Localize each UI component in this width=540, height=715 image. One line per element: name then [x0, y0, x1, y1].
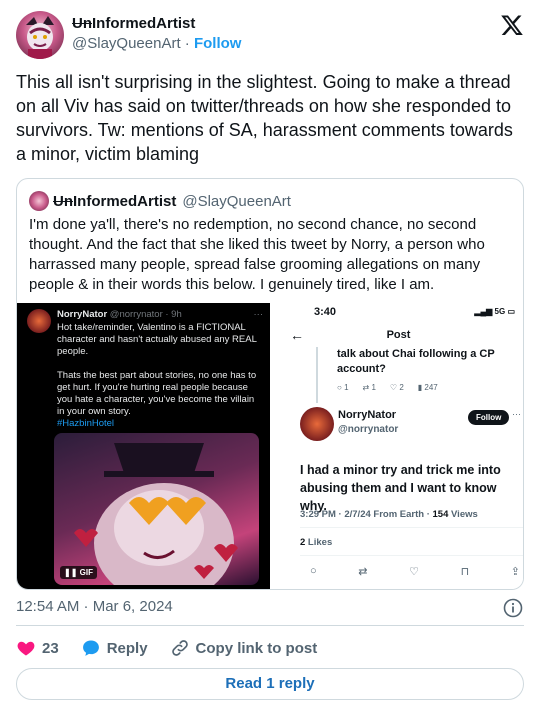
quote-header: UnInformedArtist @SlayQueenArt [29, 191, 291, 211]
norry-post-actions: ○ ⇄ ♡ ⊓ ⇪ [310, 565, 520, 578]
norry-post-text: I had a minor try and trick me into abus… [300, 463, 501, 513]
copy-link-label: Copy link to post [195, 639, 318, 657]
media-image-right[interactable]: 3:40 ▂▄▆ 5G ▭ ← Post talk about Chai fol… [272, 303, 523, 589]
embedded-body: Hot take/reminder, Valentino is a FICTIO… [57, 322, 263, 430]
signal-5g: ▂▄▆ 5G ▭ [474, 307, 515, 316]
phone-time: 3:40 [314, 306, 337, 318]
like-count: 23 [42, 639, 59, 657]
embedded-avatar [27, 309, 51, 333]
post-title: Post [386, 329, 411, 341]
quoted-tweet[interactable]: UnInformedArtist @SlayQueenArt I'm done … [16, 178, 524, 590]
repost-icon: ⇄ [358, 566, 368, 578]
author-handle-row: @SlayQueenArt · Follow [72, 34, 241, 54]
follow-link[interactable]: Follow [194, 35, 242, 52]
repost-count-icon: ⇄ 1 [362, 383, 376, 392]
like-count-icon: ♡ 2 [389, 383, 404, 392]
thread-line [316, 347, 318, 403]
embedded-body-line2: Thats the best part about stories, no on… [57, 370, 257, 417]
tweet-text: This all isn't surprising in the slighte… [16, 72, 513, 164]
embedded-hashtag: #HazbinHotel [57, 418, 115, 429]
norry-follow-button: Follow [468, 410, 510, 425]
previous-post-text: talk about Chai following a CP account? [337, 348, 495, 375]
more-dots-icon: ··· [253, 309, 264, 320]
gif-badge[interactable]: ❚❚ GIF [60, 566, 97, 579]
heart-icon: ♡ [409, 566, 419, 578]
link-icon [171, 640, 188, 656]
read-reply-button[interactable]: Read 1 reply [16, 668, 524, 700]
reply-icon: ○ [310, 565, 317, 577]
norry-likes: 2 Likes [300, 537, 333, 548]
media-image-left[interactable]: NorryNator @norrynator · 9h ··· Hot take… [17, 303, 270, 589]
norry-handle: @norrynator [338, 424, 399, 435]
reply-label: Reply [106, 639, 148, 657]
quote-text: I'm done ya'll, there's no redemption, n… [29, 216, 485, 293]
tweet-actions: 23 Reply Copy link to post [16, 637, 339, 659]
author-handle[interactable]: @SlayQueenArt [72, 35, 181, 52]
embedded-handle: @norrynator · 9h [109, 309, 182, 320]
norry-name: NorryNator [338, 409, 397, 421]
divider [16, 625, 524, 626]
quote-media[interactable]: NorryNator @norrynator · 9h ··· Hot take… [17, 303, 523, 589]
separator: · [184, 35, 190, 52]
reply-bubble-icon [82, 640, 99, 656]
embedded-name: NorryNator [57, 309, 108, 320]
views-count-icon: ▮ 247 [417, 383, 438, 392]
post-nav-bar: ← Post [272, 323, 523, 347]
author-display-name[interactable]: UnInformedArtist [72, 14, 241, 34]
divider [300, 527, 523, 528]
norry-avatar [300, 407, 334, 441]
reply-button[interactable]: Reply [81, 638, 148, 658]
author-names: UnInformedArtist @SlayQueenArt · Follow [72, 14, 241, 54]
x-logo-icon[interactable] [500, 13, 524, 37]
more-dots-icon: ··· [512, 409, 521, 419]
quote-display-name: UnInformedArtist [53, 192, 177, 210]
heart-icon [17, 641, 35, 656]
gif-image: ❚❚ GIF [54, 433, 259, 585]
tweet-header: UnInformedArtist @SlayQueenArt · Follow [16, 11, 524, 61]
previous-post-actions: ○ 1 ⇄ 1 ♡ 2 ▮ 247 [337, 383, 517, 392]
like-button[interactable]: 23 [16, 638, 59, 658]
tweet-timestamp[interactable]: 12:54 AM · Mar 6, 2024 [16, 598, 173, 615]
phone-status-bar: 3:40 ▂▄▆ 5G ▭ [272, 303, 523, 323]
reply-count-icon: ○ 1 [337, 383, 349, 392]
quote-avatar [29, 191, 49, 211]
divider [300, 555, 523, 556]
norry-post-meta: 3:29 PM · 2/7/24 From Earth · 154 Views [300, 509, 478, 520]
quote-handle: @SlayQueenArt [182, 192, 291, 210]
author-avatar[interactable] [16, 11, 64, 59]
info-icon[interactable] [503, 598, 523, 618]
copy-link-button[interactable]: Copy link to post [170, 638, 318, 658]
bookmark-icon: ⊓ [460, 566, 470, 578]
embedded-body-line1: Hot take/reminder, Valentino is a FICTIO… [57, 322, 257, 357]
share-icon: ⇪ [510, 566, 520, 578]
embedded-header: NorryNator @norrynator · 9h [57, 309, 182, 321]
